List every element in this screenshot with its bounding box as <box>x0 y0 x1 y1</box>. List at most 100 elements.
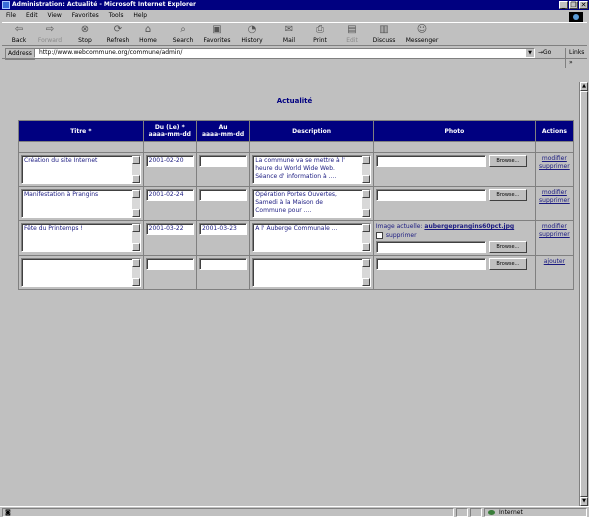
table-row: Création du site Internet 2001-02-20 La … <box>19 153 573 186</box>
photo-path-input[interactable] <box>375 189 486 201</box>
messenger-button[interactable]: ☺ Messenger <box>402 24 442 44</box>
titre-textarea[interactable]: Création du site Internet <box>21 155 141 184</box>
menu-favorites[interactable]: Favorites <box>72 12 99 19</box>
address-label: Address <box>5 48 35 60</box>
go-button[interactable]: →Go <box>538 48 551 58</box>
modify-link[interactable]: modifier <box>538 223 571 231</box>
ie-throbber-icon <box>569 12 583 22</box>
scroll-thumb[interactable] <box>580 91 588 497</box>
discuss-button[interactable]: ▥ Discuss <box>368 24 400 44</box>
add-link[interactable]: ajouter <box>538 258 571 266</box>
browse-button[interactable]: Browse... <box>488 258 527 270</box>
mail-button[interactable]: ✉ Mail <box>276 24 302 44</box>
photo-path-input[interactable] <box>375 241 486 253</box>
menu-view[interactable]: View <box>48 12 62 19</box>
vertical-scrollbar[interactable]: ▲ ▼ <box>579 82 588 506</box>
date-from-input[interactable] <box>145 258 194 270</box>
search-button[interactable]: ⌕ Search <box>170 24 196 44</box>
maximize-button[interactable]: ❐ <box>569 1 578 9</box>
refresh-button[interactable]: ⟳ Refresh <box>104 24 132 44</box>
current-image-label: Image actuelle: <box>375 223 423 230</box>
status-bar: ◙ Internet <box>0 506 589 517</box>
textarea-scrollbar[interactable] <box>131 156 140 183</box>
col-header-description: Description <box>250 121 373 141</box>
photo-path-input[interactable] <box>375 258 486 270</box>
photo-file-field: Browse... <box>375 155 533 167</box>
favorites-button[interactable]: ▣ Favorites <box>200 24 234 44</box>
close-button[interactable]: ✕ <box>579 1 588 9</box>
status-cell-lock <box>470 508 482 517</box>
textarea-scrollbar[interactable] <box>361 156 370 183</box>
delete-link[interactable]: supprimer <box>538 163 571 171</box>
home-button[interactable]: ⌂ Home <box>136 24 160 44</box>
remove-image-label: supprimer <box>385 232 417 239</box>
date-to-input[interactable] <box>198 258 247 270</box>
col-header-photo: Photo <box>373 121 535 141</box>
description-textarea[interactable] <box>252 258 371 287</box>
date-from-input[interactable]: 2001-02-20 <box>145 155 194 167</box>
date-from-input[interactable]: 2001-02-24 <box>145 189 194 201</box>
menu-tools[interactable]: Tools <box>109 12 124 19</box>
date-to-input[interactable] <box>198 189 247 201</box>
forward-button[interactable]: ⇨ Forward <box>36 24 64 44</box>
titre-textarea[interactable] <box>21 258 141 287</box>
mail-icon: ✉ <box>284 24 294 35</box>
status-text: ◙ <box>2 508 454 517</box>
current-image-line: Image actuelle: aubergeprangins60pct.jpg <box>376 223 533 231</box>
textarea-scrollbar[interactable] <box>131 224 140 251</box>
browse-button[interactable]: Browse... <box>488 189 527 201</box>
menu-file[interactable]: File <box>6 12 16 19</box>
description-textarea[interactable]: A l' Auberge Communale ... <box>252 223 371 252</box>
date-from-input[interactable]: 2001-03-22 <box>145 223 194 235</box>
photo-path-input[interactable] <box>375 155 486 167</box>
links-button[interactable]: Links » <box>565 48 587 68</box>
textarea-scrollbar[interactable] <box>361 190 370 217</box>
home-icon: ⌂ <box>144 24 152 35</box>
address-input[interactable]: http://www.webcommune.org/commune/admin/… <box>34 48 535 58</box>
current-image-link[interactable]: aubergeprangins60pct.jpg <box>424 223 514 230</box>
page-status-icon: ◙ <box>5 509 11 516</box>
description-textarea[interactable]: La commune va se mettre à l' heure du Wo… <box>252 155 371 184</box>
titre-textarea[interactable]: Manifestation à Prangins <box>21 189 141 218</box>
ie-app-icon <box>2 1 10 9</box>
edit-button[interactable]: ▤ Edit <box>342 24 362 44</box>
modify-link[interactable]: modifier <box>538 189 571 197</box>
spacer-row <box>19 142 573 152</box>
menu-edit[interactable]: Edit <box>26 12 38 19</box>
browse-button[interactable]: Browse... <box>488 155 527 167</box>
edit-icon: ▤ <box>347 24 357 35</box>
address-dropdown-icon[interactable]: ▼ <box>526 49 534 57</box>
news-table: Titre * Du (Le) * aaaa-mm-dd Au aaaa-mm-dd… <box>18 120 574 290</box>
search-icon: ⌕ <box>180 24 186 35</box>
scroll-down-icon[interactable]: ▼ <box>580 497 588 506</box>
history-button[interactable]: ◔ History <box>238 24 266 44</box>
remove-image-checkbox[interactable] <box>375 232 383 239</box>
page-title: Actualité <box>276 97 313 105</box>
minimize-button[interactable]: _ <box>559 1 568 9</box>
refresh-icon: ⟳ <box>113 24 123 35</box>
photo-file-field: Browse... <box>375 189 533 201</box>
textarea-scrollbar[interactable] <box>361 259 370 286</box>
description-textarea[interactable]: Opération Portes Ouvertes, Samedi à la M… <box>252 189 371 218</box>
back-button[interactable]: ⇦ Back <box>6 24 32 44</box>
table-row-new: Browse... ajouter <box>19 256 573 289</box>
photo-file-field: Browse... <box>375 241 533 253</box>
textarea-scrollbar[interactable] <box>131 190 140 217</box>
print-button[interactable]: ⎙ Print <box>308 24 332 44</box>
date-to-input[interactable]: 2001-03-23 <box>198 223 247 235</box>
history-icon: ◔ <box>247 24 257 35</box>
modify-link[interactable]: modifier <box>538 155 571 163</box>
table-header-row: Titre * Du (Le) * aaaa-mm-dd Au aaaa-mm-dd… <box>19 121 573 141</box>
textarea-scrollbar[interactable] <box>131 259 140 286</box>
delete-link[interactable]: supprimer <box>538 197 571 205</box>
date-to-input[interactable] <box>198 155 247 167</box>
delete-link[interactable]: supprimer <box>538 231 571 239</box>
internet-zone-label: Internet <box>499 509 523 516</box>
stop-icon: ⊗ <box>80 24 90 35</box>
browse-button[interactable]: Browse... <box>488 241 527 253</box>
scroll-up-icon[interactable]: ▲ <box>580 82 588 91</box>
menu-help[interactable]: Help <box>133 12 147 19</box>
stop-button[interactable]: ⊗ Stop <box>74 24 96 44</box>
titre-textarea[interactable]: Fête du Printemps ! <box>21 223 141 252</box>
textarea-scrollbar[interactable] <box>361 224 370 251</box>
